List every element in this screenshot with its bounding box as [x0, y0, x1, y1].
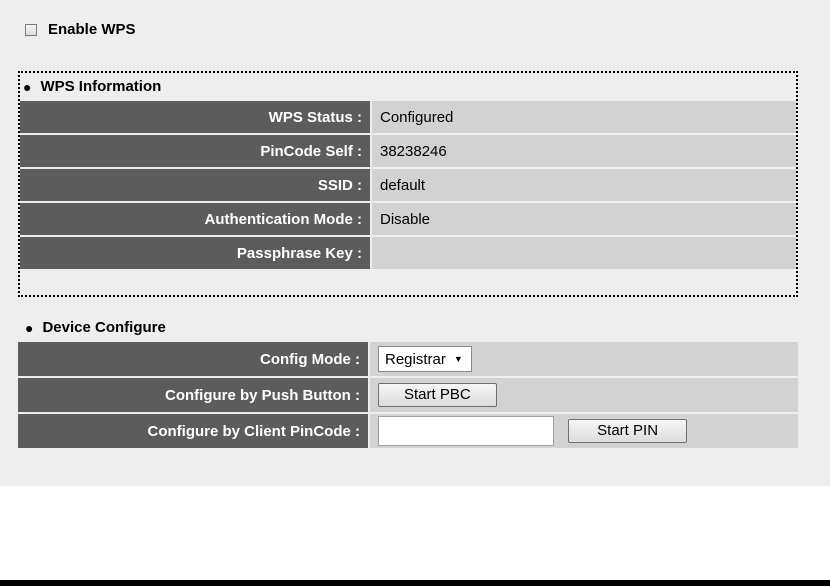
start-pbc-button[interactable]: Start PBC — [378, 383, 497, 407]
ssid-label: SSID : — [20, 169, 372, 201]
table-row: Configure by Push Button : Start PBC — [18, 378, 798, 412]
table-row: Authentication Mode : Disable — [20, 203, 796, 235]
config-mode-label: Config Mode : — [18, 342, 370, 376]
wps-status-value: Configured — [372, 101, 796, 133]
table-row: Passphrase Key : — [20, 237, 796, 269]
table-row: Config Mode : Registrar ▼ — [18, 342, 798, 376]
config-mode-select[interactable]: Registrar ▼ — [378, 346, 472, 372]
bullet-icon: ● — [25, 319, 34, 336]
push-button-cell: Start PBC — [370, 378, 798, 412]
wps-information-table: WPS Status : Configured PinCode Self : 3… — [20, 99, 796, 271]
client-pincode-input[interactable] — [378, 416, 554, 446]
wps-information-section: ● WPS Information WPS Status : Configure… — [18, 71, 798, 297]
push-button-label: Configure by Push Button : — [18, 378, 370, 412]
start-pin-button[interactable]: Start PIN — [568, 419, 688, 443]
bullet-icon: ● — [23, 78, 32, 95]
passphrase-key-label: Passphrase Key : — [20, 237, 372, 269]
pincode-self-label: PinCode Self : — [20, 135, 372, 167]
table-row: PinCode Self : 38238246 — [20, 135, 796, 167]
client-pincode-label: Configure by Client PinCode : — [18, 414, 370, 448]
authentication-mode-label: Authentication Mode : — [20, 203, 372, 235]
bottom-divider — [0, 580, 830, 586]
enable-wps-checkbox[interactable] — [25, 23, 37, 36]
client-pincode-cell: Start PIN — [370, 414, 798, 448]
config-mode-cell: Registrar ▼ — [370, 342, 798, 376]
wps-information-heading: WPS Information — [40, 78, 162, 95]
device-configure-table: Config Mode : Registrar ▼ Configure by P… — [18, 340, 798, 450]
table-row: SSID : default — [20, 169, 796, 201]
authentication-mode-value: Disable — [372, 203, 796, 235]
config-mode-selected-value: Registrar — [385, 350, 446, 368]
wps-status-label: WPS Status : — [20, 101, 372, 133]
passphrase-key-value — [372, 237, 796, 269]
chevron-down-icon: ▼ — [453, 354, 463, 364]
device-configure-heading: Device Configure — [42, 319, 166, 336]
enable-wps-row: Enable WPS — [25, 21, 136, 38]
wps-settings-panel: Enable WPS ● WPS Information WPS Status … — [0, 0, 830, 486]
device-configure-title: ● Device Configure — [25, 319, 166, 336]
enable-wps-label: Enable WPS — [48, 21, 136, 38]
wps-information-title: ● WPS Information — [23, 78, 161, 95]
table-row: Configure by Client PinCode : Start PIN — [18, 414, 798, 448]
pincode-self-value: 38238246 — [372, 135, 796, 167]
ssid-value: default — [372, 169, 796, 201]
table-row: WPS Status : Configured — [20, 101, 796, 133]
